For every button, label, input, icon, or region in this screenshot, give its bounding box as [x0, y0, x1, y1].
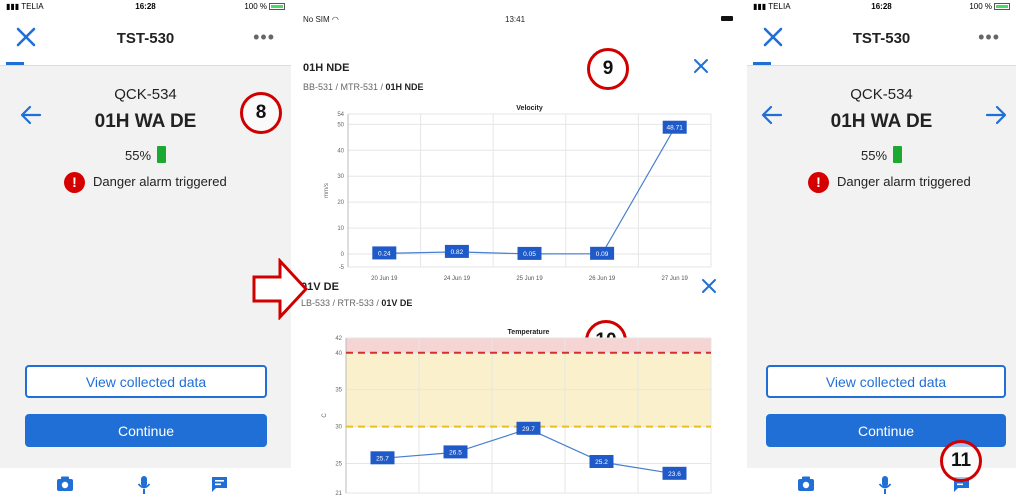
x-tick-label: 25 Jun 19 [516, 276, 543, 282]
y-tick-label: 35 [335, 388, 342, 394]
data-label: 0.82 [451, 249, 464, 256]
battery-icon [994, 3, 1010, 10]
series-line [384, 127, 676, 255]
x-tick-label: 24 Jun 19 [444, 276, 471, 282]
y-axis-label: mm/s [324, 183, 330, 198]
data-label: 0.09 [596, 251, 609, 258]
comment-icon[interactable] [211, 476, 228, 493]
alert-icon: ! [808, 172, 829, 193]
data-label: 23.6 [668, 471, 681, 478]
camera-icon[interactable] [797, 476, 815, 492]
pointer-arrow-icon [252, 258, 308, 320]
y-tick-label: 40 [335, 351, 342, 357]
y-tick-label: 10 [337, 226, 344, 232]
panel-title: 01H NDE [303, 62, 350, 74]
data-label: 25.7 [376, 455, 389, 462]
y-axis-label: C [322, 413, 328, 418]
y-tick-label: 54 [337, 112, 344, 118]
breadcrumb: BB-531 / MTR-531 / 01H NDE [303, 82, 424, 92]
nav-bar: TST-530 ••• [747, 14, 1016, 66]
y-tick-label: -5 [339, 265, 345, 271]
danger-zone [346, 338, 711, 353]
temperature-chart: Temperature 21 25 30 35 40 42 C 25.7 26.5 29.7 25.2… [322, 329, 712, 497]
more-options-icon[interactable]: ••• [978, 27, 1000, 48]
battery-level: 55% [747, 146, 1016, 163]
asset-subtitle: QCK-534 [850, 86, 913, 103]
alert-icon: ! [64, 172, 85, 193]
data-label: 25.2 [595, 459, 608, 466]
y-tick-label: 42 [335, 336, 342, 342]
data-label: 29.7 [522, 426, 535, 433]
alarm-status: ! Danger alarm triggered [808, 172, 971, 193]
chart-title: Temperature [508, 329, 550, 336]
middle-screen: No SIM ◠ 13:41 01H NDE BB-531 / MTR-531 … [291, 0, 747, 501]
x-tick-label: 20 Jun 19 [371, 276, 398, 282]
battery-status: 100 % [969, 2, 1010, 11]
camera-icon[interactable] [56, 476, 74, 492]
data-label: 0.05 [523, 251, 536, 258]
battery-status: 100 % [244, 2, 285, 11]
more-options-icon[interactable]: ••• [253, 27, 275, 48]
chart-title: Velocity [516, 105, 543, 112]
x-tick-label: 27 Jun 19 [662, 276, 689, 282]
data-label: 26.5 [449, 449, 462, 456]
tab-indicator [753, 62, 771, 65]
callout-marker: 9 [587, 48, 629, 90]
status-carrier: No SIM ◠ [303, 15, 339, 24]
y-tick-label: 25 [335, 461, 342, 467]
view-collected-data-button[interactable]: View collected data [766, 365, 1006, 398]
tab-indicator [6, 62, 24, 65]
data-label: 0.24 [378, 250, 391, 257]
breadcrumb: LB-533 / RTR-533 / 01V DE [301, 298, 413, 308]
callout-marker: 8 [240, 92, 282, 134]
microphone-icon[interactable] [878, 476, 892, 494]
right-phone-screen: ▮▮▮ TELIA 16:28 100 % TST-530 ••• QCK-53… [747, 0, 1016, 501]
y-tick-label: 20 [337, 200, 344, 206]
status-bar: ▮▮▮ TELIA 16:28 100 % [0, 0, 291, 14]
y-tick-label: 50 [337, 122, 344, 128]
battery-level-icon [157, 146, 167, 163]
battery-icon [269, 3, 285, 10]
y-tick-label: 40 [337, 148, 344, 154]
battery-icon [721, 16, 733, 21]
measurement-point-name: 01H WA DE [830, 111, 933, 132]
page-title: TST-530 [852, 30, 911, 47]
close-icon[interactable] [693, 58, 709, 74]
y-tick-label: 0 [341, 252, 345, 258]
velocity-chart: Velocity -5 0 10 20 30 40 50 54 mm/s 0.24 20 Jun 19… [324, 105, 712, 282]
close-icon[interactable] [701, 278, 717, 294]
x-tick-label: 26 Jun 19 [589, 276, 616, 282]
y-tick-label: 30 [335, 425, 342, 431]
y-tick-label: 30 [337, 174, 344, 180]
page-title: TST-530 [116, 30, 175, 47]
continue-button[interactable]: Continue [25, 414, 267, 447]
left-phone-screen: ▮▮▮ TELIA 16:28 100 % TST-530 ••• QCK-53… [0, 0, 291, 501]
battery-level: 55% [0, 146, 291, 163]
alarm-status: ! Danger alarm triggered [64, 172, 227, 193]
series-line [382, 428, 675, 475]
view-collected-data-button[interactable]: View collected data [25, 365, 267, 398]
callout-marker: 11 [940, 440, 982, 482]
battery-level-icon [893, 146, 903, 163]
nav-bar: TST-530 ••• [0, 14, 291, 66]
microphone-icon[interactable] [137, 476, 151, 494]
clock: 13:41 [505, 15, 526, 24]
bottom-toolbar [0, 468, 291, 501]
status-bar: ▮▮▮ TELIA 16:28 100 % [747, 0, 1016, 14]
data-label: 48.71 [667, 125, 684, 132]
y-tick-label: 21 [335, 491, 342, 497]
